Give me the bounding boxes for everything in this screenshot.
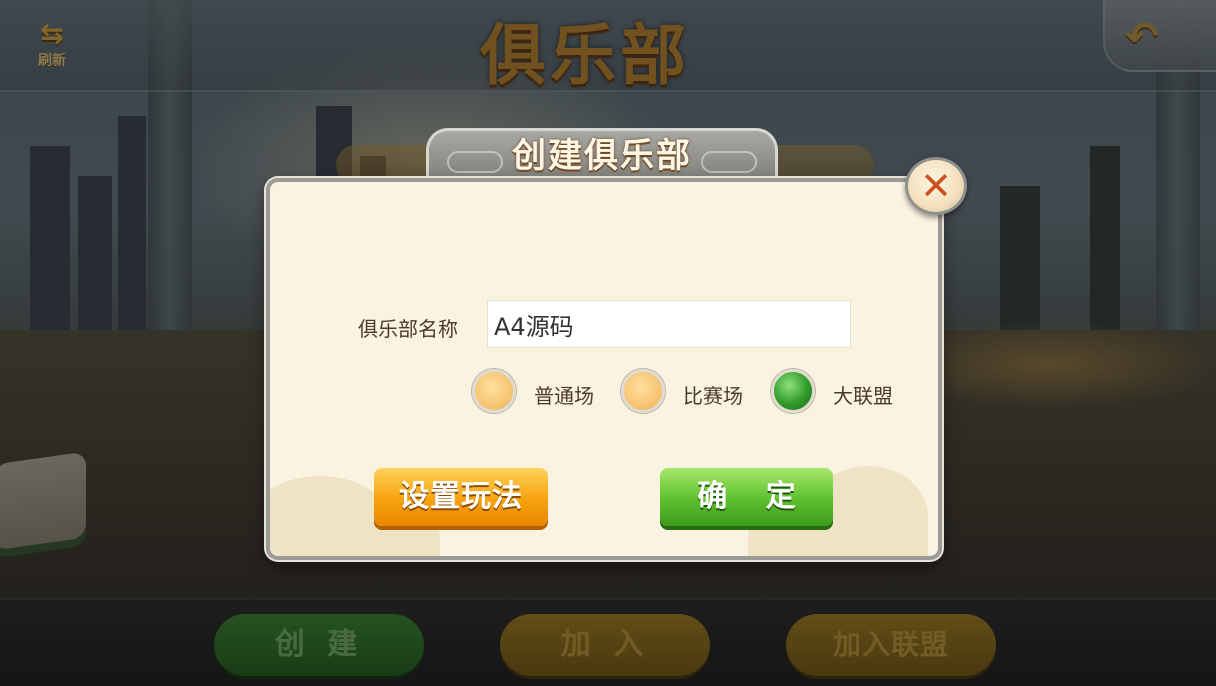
mode-option-label: 普通场 (534, 384, 594, 408)
create-club-dialog (266, 178, 942, 560)
mode-option-label: 比赛场 (683, 384, 743, 408)
mode-option-label: 大联盟 (833, 384, 893, 408)
dialog-title: 创建俱乐部 (512, 136, 692, 176)
club-name-input[interactable] (487, 300, 851, 348)
radio-selected-icon (771, 369, 815, 413)
radio-unselected-icon (472, 369, 516, 413)
close-icon: ✕ (920, 164, 952, 208)
close-button[interactable]: ✕ (905, 157, 967, 215)
club-name-label: 俱乐部名称 (358, 317, 458, 341)
confirm-button[interactable]: 确 定 (660, 468, 833, 526)
radio-unselected-icon (621, 369, 665, 413)
setup-gameplay-button[interactable]: 设置玩法 (374, 468, 548, 526)
